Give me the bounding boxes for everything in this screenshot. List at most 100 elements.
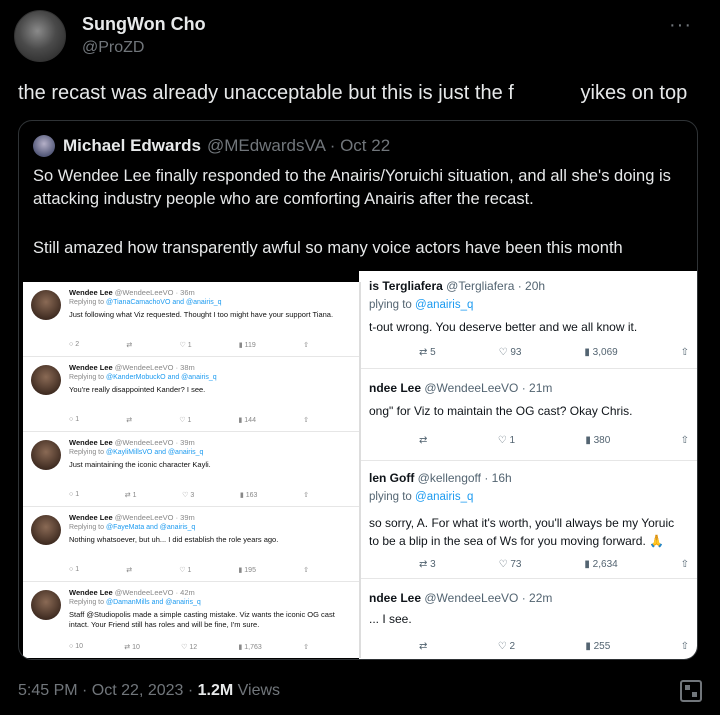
left-reply-text: Just following what Viz requested. Thoug…: [69, 310, 334, 319]
left-reply-name: Wendee Lee: [69, 513, 113, 522]
left-reply: Wendee Lee @WendeeLeeVO · 36m Replying t…: [23, 282, 359, 357]
left-reply-name: Wendee Lee: [69, 288, 113, 297]
left-reply-header: Wendee Lee @WendeeLeeVO · 36m: [69, 288, 195, 297]
left-reply-name: Wendee Lee: [69, 438, 113, 447]
left-reply-actions: ○ 2 ⇄ ♡ 1 ▮ 119 ⇧: [69, 341, 309, 349]
left-reply-meta: @WendeeLeeVO · 39m: [114, 513, 195, 522]
right-reply-meta: @WendeeLeeVO · 22m: [424, 591, 553, 605]
right-reply-actions: ⇄ 5 ♡ 93 ▮ 3,069 ⇧: [419, 347, 689, 358]
views-label: Views: [233, 682, 281, 699]
right-reply-name: ndee Lee: [369, 381, 422, 395]
reply-avatar: [31, 590, 61, 620]
views-count: 1.2M: [197, 682, 234, 699]
replying-to-link: @anairis_q: [415, 299, 474, 311]
retweet-count: ⇄: [419, 435, 428, 446]
quoted-paragraph-2: Still amazed how transparently awful so …: [33, 239, 623, 257]
like-count: ♡ 1: [179, 342, 192, 349]
view-count: ▮ 2,634: [584, 559, 618, 570]
replying-prefix: plying to: [369, 491, 412, 503]
right-reply: ndee Lee @WendeeLeeVO · 21m ong" for Viz…: [359, 369, 697, 461]
share-icon: ⇧: [680, 347, 689, 358]
reply-count: ○ 1: [69, 566, 80, 573]
retweet-count: ⇄ 10: [124, 644, 140, 651]
right-reply-name: ndee Lee: [369, 591, 422, 605]
tweet-body-text: the recast was already unacceptable but …: [18, 82, 688, 104]
tweet-header: SungWon Cho @ProZD ···: [14, 10, 706, 62]
left-reply-replying: Replying to @FayeMata and @anairis_q: [69, 524, 196, 531]
right-reply-text: t-out wrong. You deserve better and we a…: [369, 320, 638, 334]
analytics-icon[interactable]: [680, 680, 702, 702]
like-count: ♡ 1: [179, 417, 192, 424]
share-icon: ⇧: [303, 417, 309, 424]
screenshot-right-panel: is Tergliafera @Tergliafera · 20h plying…: [359, 271, 697, 659]
left-reply: Wendee Lee @WendeeLeeVO · 42m Replying t…: [23, 582, 359, 658]
view-count: ▮ 195: [238, 567, 256, 574]
share-icon: ⇧: [303, 644, 309, 651]
like-count: ♡ 12: [181, 644, 198, 651]
view-count: ▮ 1,763: [238, 644, 262, 651]
like-count: ♡ 3: [182, 492, 195, 499]
right-reply-actions: ⇄ 3 ♡ 73 ▮ 2,634 ⇧: [419, 559, 689, 570]
left-reply-text: Staff @Studiopolis made a simple casting…: [69, 610, 335, 629]
right-reply-header: ndee Lee @WendeeLeeVO · 21m: [369, 381, 552, 395]
left-reply: Wendee Lee @WendeeLeeVO · 39m Replying t…: [23, 432, 359, 507]
author-names: SungWon Cho @ProZD: [82, 13, 206, 59]
reply-count: ○ 10: [69, 643, 83, 650]
left-reply: Wendee Lee @WendeeLeeVO · 38m Replying t…: [23, 357, 359, 432]
right-reply-replying: plying to @anairis_q: [369, 491, 473, 503]
right-reply-header: is Tergliafera @Tergliafera · 20h: [369, 279, 545, 293]
left-reply-meta: @WendeeLeeVO · 36m: [114, 288, 195, 297]
left-reply-text: You're really disappointed Kander? I see…: [69, 385, 206, 394]
reply-avatar: [31, 515, 61, 545]
quoted-author-handle-date: @MEdwardsVA · Oct 22: [206, 136, 391, 155]
left-reply-header: Wendee Lee @WendeeLeeVO · 39m: [69, 438, 195, 447]
tweet-timestamp[interactable]: 5:45 PM · Oct 22, 2023 ·: [18, 682, 198, 699]
right-reply-header: len Goff @kellengoff · 16h: [369, 471, 512, 485]
reply-count: ○ 1: [69, 416, 80, 423]
right-reply: is Tergliafera @Tergliafera · 20h plying…: [359, 271, 697, 369]
more-options-icon[interactable]: ···: [669, 14, 692, 37]
like-count: ♡ 2: [497, 641, 516, 652]
left-reply-actions: ○ 1 ⇄ 1 ♡ 3 ▮ 163 ⇧: [69, 491, 309, 499]
quoted-tweet[interactable]: Michael Edwards @MEdwardsVA · Oct 22 So …: [18, 120, 698, 660]
quoted-paragraph-1: So Wendee Lee finally responded to the A…: [33, 167, 671, 208]
author-display-name[interactable]: SungWon Cho: [82, 13, 206, 35]
share-icon: ⇧: [303, 567, 309, 574]
left-reply-actions: ○ 10 ⇄ 10 ♡ 12 ▮ 1,763 ⇧: [69, 643, 309, 651]
left-reply-header: Wendee Lee @WendeeLeeVO · 39m: [69, 513, 195, 522]
right-reply-name: is Tergliafera: [369, 279, 443, 293]
right-reply-text: ... I see.: [369, 612, 412, 626]
author-handle[interactable]: @ProZD: [82, 37, 206, 59]
quoted-author-name: Michael Edwards: [63, 136, 201, 155]
like-count: ♡ 93: [498, 347, 522, 358]
left-reply-replying: Replying to @DamanMills and @anairis_q: [69, 599, 201, 606]
share-icon: ⇧: [303, 342, 309, 349]
retweet-count: ⇄ 1: [124, 492, 137, 499]
retweet-count: ⇄: [126, 417, 133, 424]
share-icon: ⇧: [680, 559, 689, 570]
replying-to-link: @anairis_q: [415, 491, 474, 503]
like-count: ♡ 73: [498, 559, 522, 570]
right-reply-text: so sorry, A. For what it's worth, you'll…: [369, 516, 675, 530]
reply-count: ○ 2: [69, 341, 80, 348]
right-reply-text: to be a blip in the sea of Ws for you mo…: [369, 534, 665, 548]
share-icon: ⇧: [303, 492, 309, 499]
retweet-count: ⇄: [126, 342, 133, 349]
reply-count: ○ 1: [69, 491, 80, 498]
view-count: ▮ 3,069: [584, 347, 618, 358]
quoted-tweet-header: Michael Edwards @MEdwardsVA · Oct 22: [33, 135, 390, 157]
reply-avatar: [31, 440, 61, 470]
author-avatar[interactable]: [14, 10, 66, 62]
right-reply-name: len Goff: [369, 471, 415, 485]
tweet-footer-meta: 5:45 PM · Oct 22, 2023 · 1.2M Views: [18, 682, 280, 700]
reply-avatar: [31, 365, 61, 395]
share-icon: ⇧: [680, 641, 689, 652]
left-reply-header: Wendee Lee @WendeeLeeVO · 42m: [69, 588, 195, 597]
left-reply-meta: @WendeeLeeVO · 38m: [114, 363, 195, 372]
retweet-count: ⇄: [419, 641, 428, 652]
right-reply-meta: @kellengoff · 16h: [417, 471, 512, 485]
reply-avatar: [31, 290, 61, 320]
right-reply-header: ndee Lee @WendeeLeeVO · 22m: [369, 591, 552, 605]
view-count: ▮ 119: [238, 342, 256, 349]
retweet-count: ⇄ 5: [419, 347, 436, 358]
